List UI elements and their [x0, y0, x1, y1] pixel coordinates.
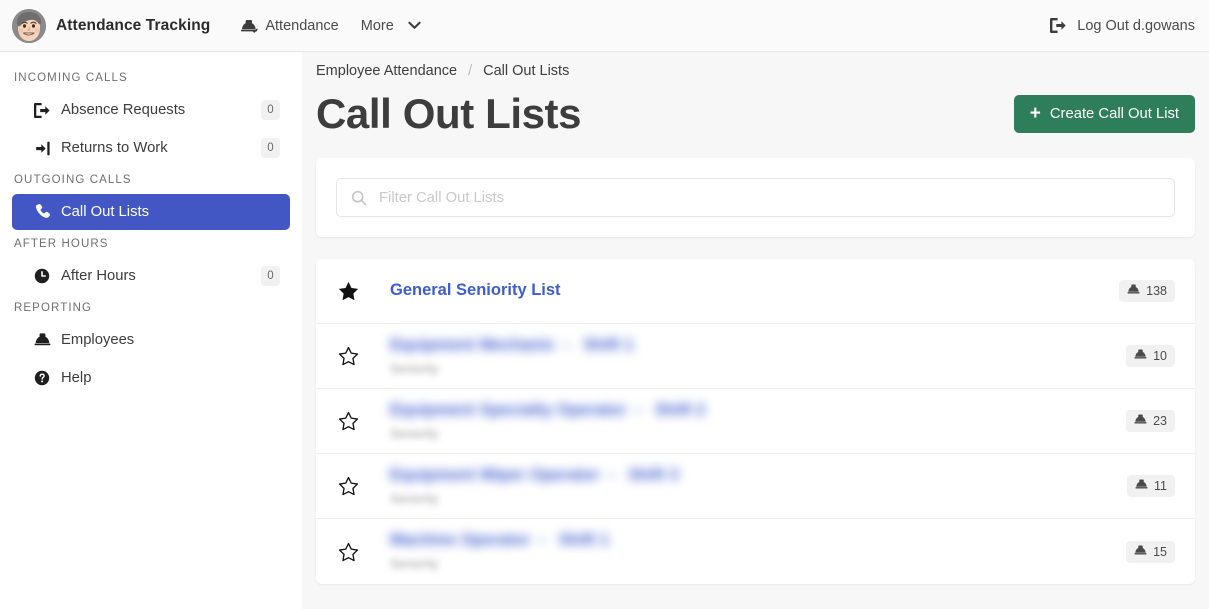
- call-out-list-name[interactable]: Equipment Wiper Operator - Shift 3: [390, 466, 1127, 486]
- nav-links: Attendance More: [240, 17, 421, 34]
- sidebar-item-label: Absence Requests: [61, 102, 186, 118]
- table-row[interactable]: Equipment Specialty Operator - Shift 2 S…: [316, 389, 1195, 455]
- sidebar-item-count: 0: [261, 266, 280, 286]
- sign-in-icon: [34, 141, 56, 156]
- sidebar-item-employees[interactable]: Employees: [12, 322, 290, 358]
- sidebar-item-after-hours[interactable]: After Hours 0: [12, 258, 290, 294]
- employee-count-badge: 138: [1119, 280, 1175, 303]
- sidebar-section-title-outgoing: OUTGOING CALLS: [14, 174, 132, 186]
- star-outline-icon[interactable]: [338, 476, 376, 496]
- brand[interactable]: Attendance Tracking: [12, 8, 211, 43]
- hard-hat-icon: [1127, 284, 1140, 298]
- clock-icon: [34, 268, 56, 284]
- nav-link-attendance[interactable]: Attendance: [240, 17, 339, 34]
- hard-hat-check-icon: [240, 18, 259, 34]
- sidebar-section-title-after-hours: AFTER HOURS: [14, 238, 109, 250]
- sidebar-item-count: 0: [261, 100, 280, 120]
- sidebar-item-label: Call Out Lists: [61, 204, 149, 220]
- sidebar-item-absence-requests[interactable]: Absence Requests 0: [12, 92, 290, 128]
- phone-icon: [34, 204, 56, 220]
- create-call-out-list-button[interactable]: + Create Call Out List: [1013, 94, 1195, 133]
- call-out-lists-table: General Seniority List 138 Equipment Mec…: [316, 259, 1195, 585]
- sidebar-item-returns-to-work[interactable]: Returns to Work 0: [12, 130, 290, 166]
- user-avatar-face-icon: [12, 8, 46, 43]
- search-input[interactable]: [379, 189, 1160, 206]
- logout-icon: [1049, 17, 1068, 34]
- employee-count-badge: 11: [1127, 475, 1175, 498]
- top-navbar: Attendance Tracking Attendance More Log …: [0, 0, 1209, 52]
- hard-hat-icon: [34, 333, 56, 347]
- nav-link-label: Attendance: [265, 17, 339, 34]
- call-out-list-name[interactable]: General Seniority List: [390, 281, 1119, 301]
- breadcrumb-parent[interactable]: Employee Attendance: [316, 63, 457, 79]
- hard-hat-icon: [1134, 545, 1147, 559]
- plus-icon: +: [1029, 103, 1041, 125]
- search-wrap[interactable]: [336, 178, 1175, 218]
- logout-label: Log Out d.gowans: [1077, 17, 1195, 34]
- sidebar-section-title-incoming: INCOMING CALLS: [14, 72, 128, 84]
- search-icon: [351, 190, 367, 206]
- nav-link-more[interactable]: More: [361, 18, 421, 34]
- brand-name: Attendance Tracking: [56, 16, 211, 34]
- table-row[interactable]: General Seniority List 138: [316, 259, 1195, 325]
- call-out-list-name[interactable]: Equipment Mechanic - Shift 1: [390, 336, 1126, 356]
- sidebar-item-label: Returns to Work: [61, 140, 168, 156]
- nav-link-label: More: [360, 17, 394, 34]
- row-body: Machine Operator - Shift 1 Seniority: [376, 531, 1126, 572]
- employee-count-badge: 15: [1126, 540, 1175, 563]
- call-out-list-subtitle: Seniority: [390, 557, 439, 572]
- main-content: Employee Attendance / Call Out Lists Cal…: [302, 52, 1209, 609]
- hard-hat-icon: [1134, 349, 1147, 363]
- call-out-list-name[interactable]: Machine Operator - Shift 1: [390, 531, 1126, 551]
- chevron-down-icon: [408, 21, 421, 30]
- sidebar-item-help[interactable]: Help: [12, 360, 290, 396]
- sidebar-item-call-out-lists[interactable]: Call Out Lists: [12, 194, 290, 230]
- row-body: Equipment Specialty Operator - Shift 2 S…: [376, 401, 1126, 442]
- sign-out-icon: [34, 102, 56, 118]
- hard-hat-icon: [1135, 479, 1148, 493]
- breadcrumb-separator: /: [468, 63, 473, 79]
- employee-count-value: 138: [1146, 284, 1167, 299]
- sidebar: INCOMING CALLS Absence Requests 0 Return…: [0, 52, 302, 609]
- sidebar-item-label: Help: [61, 370, 92, 386]
- call-out-list-name[interactable]: Equipment Specialty Operator - Shift 2: [390, 401, 1126, 421]
- employee-count-value: 23: [1153, 414, 1167, 429]
- call-out-list-subtitle: Seniority: [390, 426, 439, 441]
- page-title: Call Out Lists: [316, 90, 582, 137]
- table-row[interactable]: Equipment Mechanic - Shift 1 Seniority 1…: [316, 324, 1195, 390]
- breadcrumb: Employee Attendance / Call Out Lists: [316, 52, 1195, 79]
- employee-count-value: 11: [1154, 479, 1167, 494]
- row-body: General Seniority List: [376, 281, 1119, 301]
- row-body: Equipment Wiper Operator - Shift 3 Senio…: [376, 466, 1127, 507]
- star-outline-icon[interactable]: [338, 542, 376, 562]
- call-out-list-subtitle: Seniority: [390, 361, 439, 376]
- filter-card: [316, 158, 1195, 238]
- table-row[interactable]: Equipment Wiper Operator - Shift 3 Senio…: [316, 454, 1195, 520]
- table-row[interactable]: Machine Operator - Shift 1 Seniority 15: [316, 519, 1195, 584]
- sidebar-item-label: After Hours: [61, 268, 136, 284]
- row-body: Equipment Mechanic - Shift 1 Seniority: [376, 336, 1126, 377]
- employee-count-badge: 23: [1126, 410, 1175, 433]
- employee-count-value: 10: [1153, 349, 1167, 364]
- hard-hat-icon: [1134, 414, 1147, 428]
- sidebar-section-title-reporting: REPORTING: [14, 302, 93, 314]
- sidebar-item-label: Employees: [61, 332, 135, 348]
- sidebar-item-count: 0: [261, 138, 280, 158]
- question-circle-icon: [34, 370, 56, 386]
- title-row: Call Out Lists + Create Call Out List: [316, 79, 1195, 142]
- breadcrumb-current: Call Out Lists: [483, 63, 570, 79]
- employee-count-badge: 10: [1126, 345, 1175, 368]
- star-filled-icon[interactable]: [338, 281, 376, 301]
- employee-count-value: 15: [1153, 544, 1167, 559]
- star-outline-icon[interactable]: [338, 411, 376, 431]
- logout-button[interactable]: Log Out d.gowans: [1049, 17, 1195, 34]
- star-outline-icon[interactable]: [338, 346, 376, 366]
- create-button-label: Create Call Out List: [1049, 105, 1179, 122]
- call-out-list-subtitle: Seniority: [390, 491, 439, 506]
